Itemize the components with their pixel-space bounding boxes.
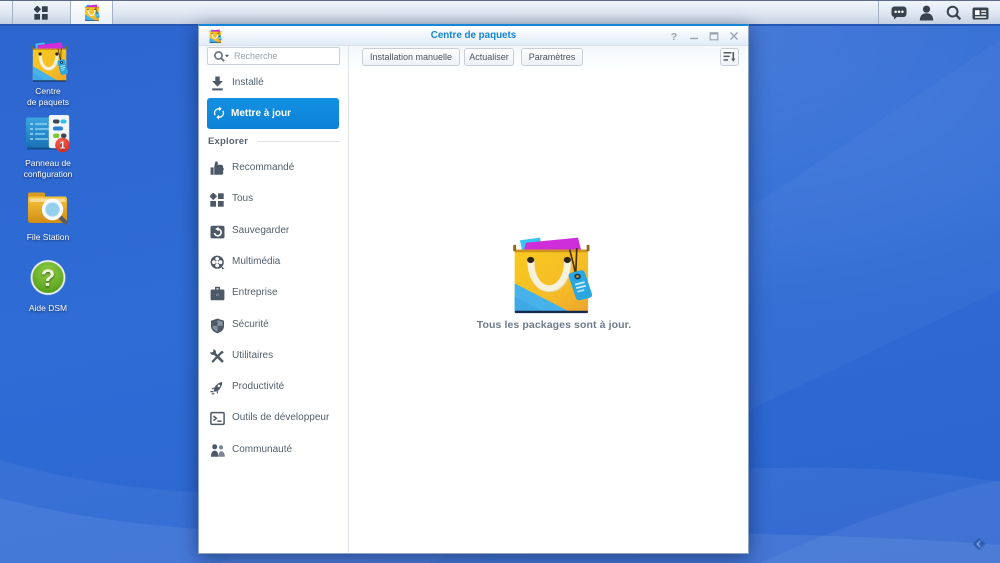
svg-text:?: ? bbox=[671, 31, 677, 42]
